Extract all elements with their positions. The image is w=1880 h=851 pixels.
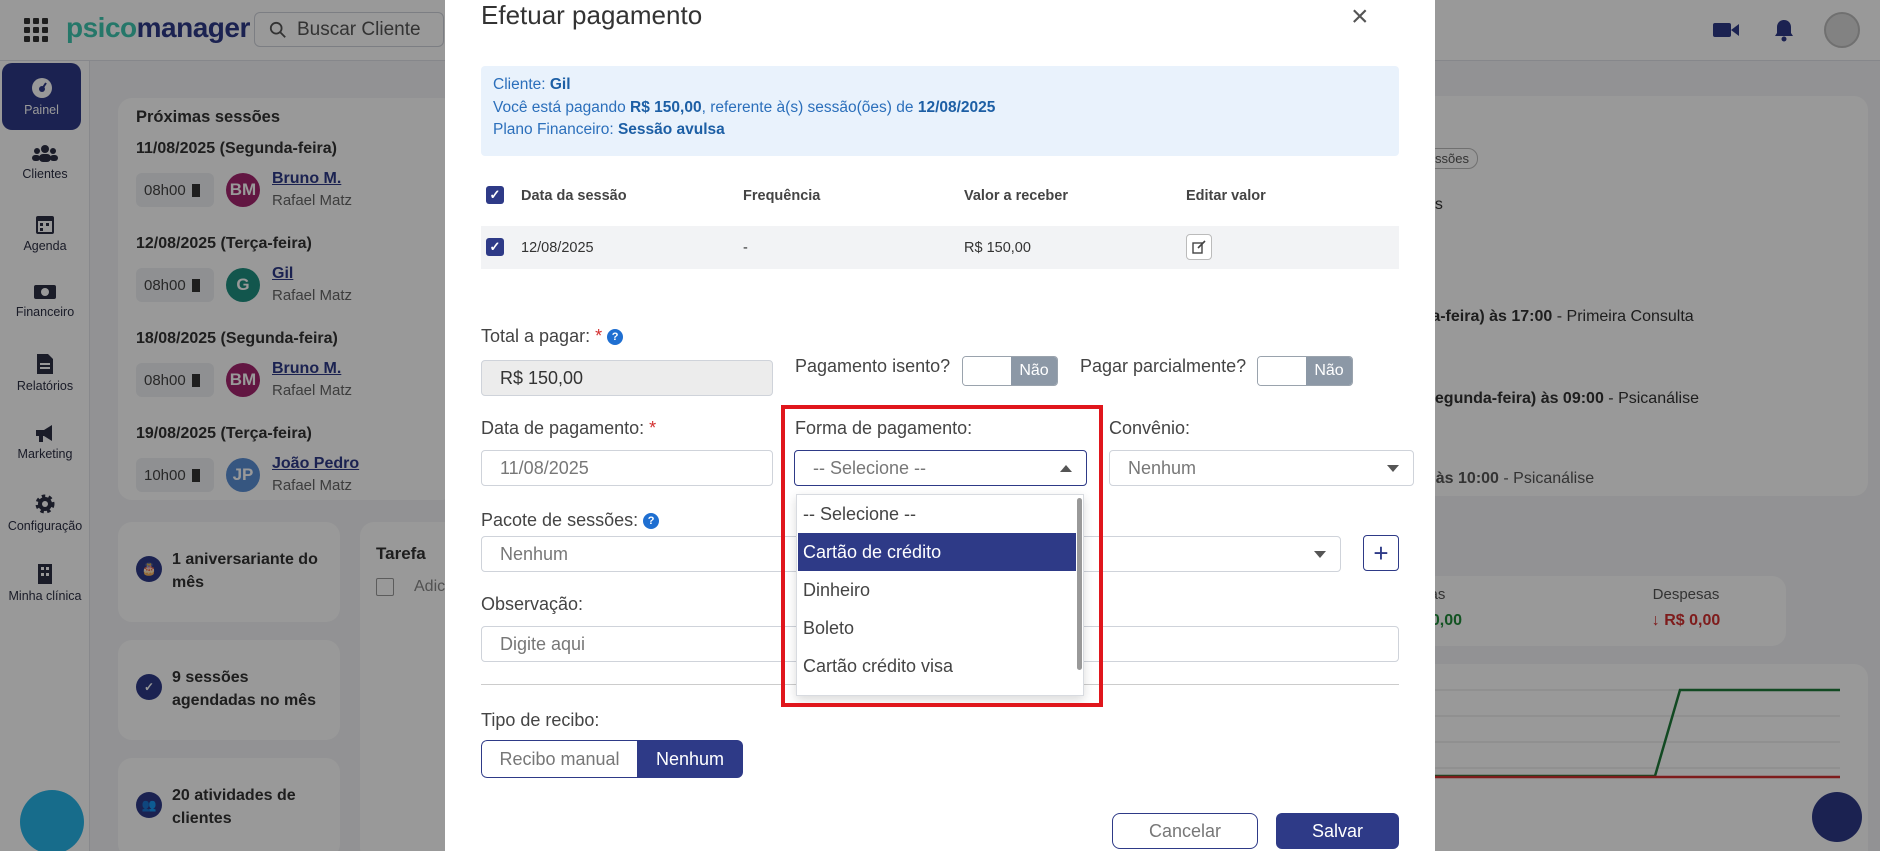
receipt-option-manual[interactable]: Recibo manual — [481, 740, 637, 778]
chevron-down-icon — [1387, 465, 1399, 472]
payment-date-input[interactable]: 11/08/2025 — [481, 450, 773, 486]
row-checkbox[interactable]: ✓ — [486, 238, 504, 256]
receipt-type-toggle: Recibo manual Nenhum — [481, 740, 743, 778]
info-amount: Você está pagando R$ 150,00, referente à… — [493, 98, 996, 116]
total-label: Total a pagar: * ? — [481, 326, 624, 347]
payment-info-box: Cliente: Gil Você está pagando R$ 150,00… — [481, 66, 1399, 156]
col-frequency: Frequência — [743, 188, 821, 204]
cancel-button[interactable]: Cancelar — [1112, 813, 1258, 849]
edit-icon — [1192, 240, 1206, 254]
close-icon[interactable]: × — [1351, 2, 1369, 32]
partial-toggle[interactable]: Não — [1257, 356, 1353, 386]
exempt-toggle[interactable]: Não — [962, 356, 1058, 386]
col-session-date: Data da sessão — [521, 188, 627, 204]
total-field: R$ 150,00 — [481, 360, 773, 396]
highlight-box — [781, 405, 1103, 707]
plus-icon: + — [1373, 537, 1389, 568]
chevron-down-icon — [1314, 551, 1326, 558]
payment-date-label: Data de pagamento: * — [481, 418, 657, 438]
exempt-label: Pagamento isento? — [795, 356, 951, 376]
save-button[interactable]: Salvar — [1276, 813, 1399, 849]
insurance-select[interactable]: Nenhum — [1109, 450, 1414, 486]
cell-session-date: 12/08/2025 — [521, 240, 594, 256]
note-label: Observação: — [481, 594, 584, 614]
edit-value-button[interactable] — [1186, 234, 1212, 260]
help-icon[interactable]: ? — [607, 329, 624, 346]
package-label: Pacote de sessões: ? — [481, 510, 660, 531]
table-row — [481, 226, 1399, 269]
cell-amount: R$ 150,00 — [964, 240, 1031, 256]
select-value: Nenhum — [500, 543, 569, 564]
add-package-button[interactable]: + — [1363, 535, 1399, 571]
help-icon[interactable]: ? — [643, 513, 660, 530]
toggle-state: Não — [1011, 357, 1057, 385]
insurance-label: Convênio: — [1109, 418, 1191, 438]
receipt-label: Tipo de recibo: — [481, 710, 600, 730]
info-client: Cliente: Gil — [493, 76, 571, 93]
col-amount: Valor a receber — [964, 188, 1068, 204]
select-value: Nenhum — [1128, 457, 1197, 478]
cell-frequency: - — [743, 240, 748, 256]
toggle-state: Não — [1306, 357, 1352, 385]
modal-title: Efetuar pagamento — [481, 0, 703, 30]
partial-label: Pagar parcialmente? — [1080, 356, 1247, 376]
select-all-checkbox[interactable]: ✓ — [486, 186, 504, 204]
info-plan: Plano Financeiro: Sessão avulsa — [493, 121, 725, 138]
col-edit-value: Editar valor — [1186, 188, 1266, 204]
receipt-option-none[interactable]: Nenhum — [637, 740, 743, 778]
